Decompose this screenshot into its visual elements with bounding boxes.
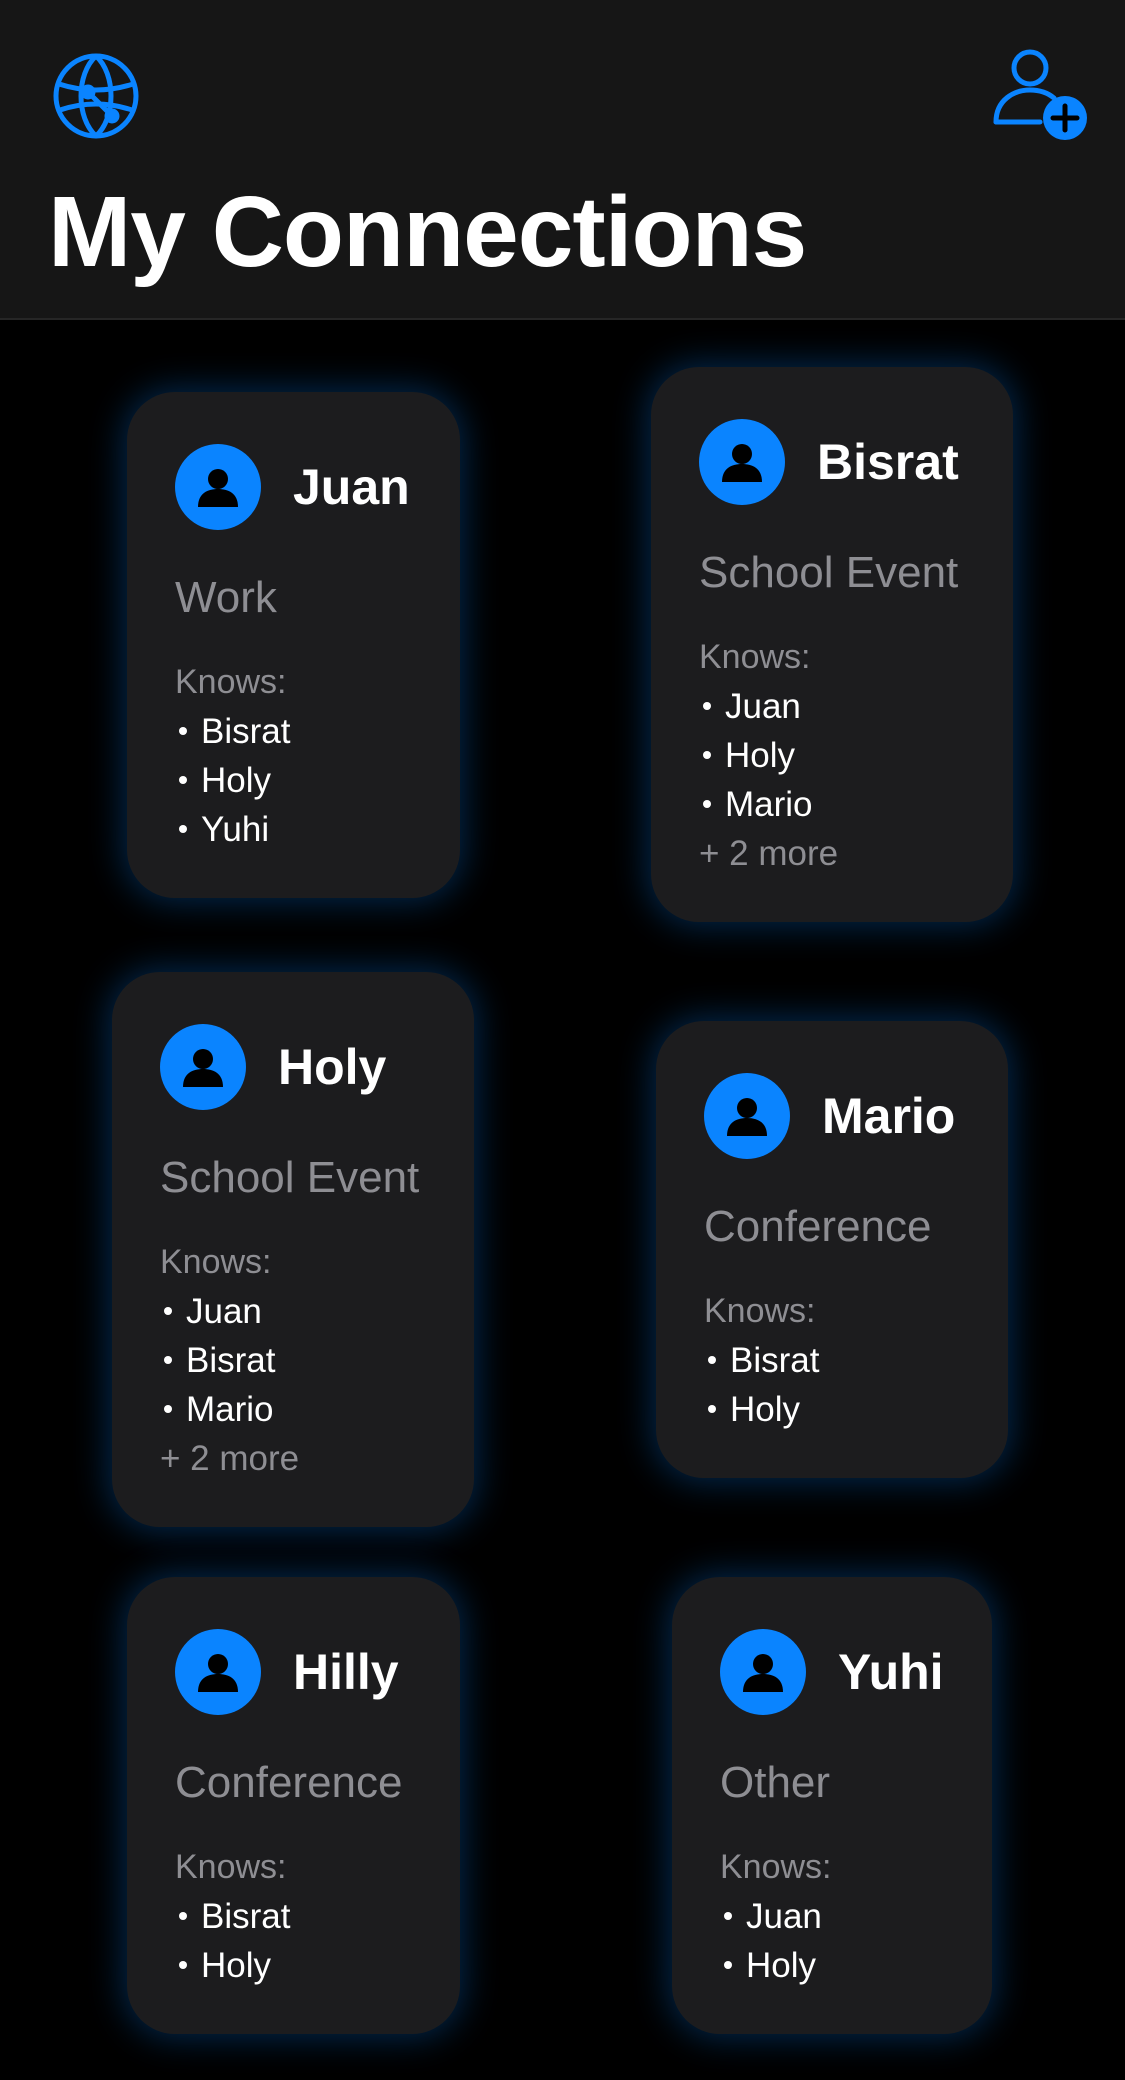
knows-list: Bisrat Holy [704,1336,960,1434]
knows-item: Holy [704,1385,960,1434]
connection-name: Holy [278,1039,387,1095]
knows-item: Bisrat [175,1892,412,1941]
person-avatar-icon [160,1024,246,1110]
connection-name: Bisrat [817,434,959,490]
connection-card[interactable]: Hilly Conference Knows: Bisrat Holy [127,1577,460,2034]
connection-context: Conference [704,1202,932,1251]
knows-item: Holy [699,731,965,780]
add-connection-button[interactable] [990,44,1090,144]
knows-list: Bisrat Holy [175,1892,412,1990]
knows-label: Knows: [720,1848,832,1886]
connection-name: Mario [822,1088,956,1144]
nav-header: My Connections [0,0,1125,320]
person-avatar-icon [175,1629,261,1715]
knows-label: Knows: [175,663,287,701]
knows-item: Juan [720,1892,944,1941]
knows-item: Bisrat [160,1336,426,1385]
person-avatar-icon [175,444,261,530]
knows-item: Juan [699,682,965,731]
connection-context: Conference [175,1758,403,1807]
globe-network-icon[interactable] [52,52,140,140]
knows-item: Holy [175,756,412,805]
knows-label: Knows: [704,1292,816,1330]
knows-item: Mario [160,1385,426,1434]
knows-item: Bisrat [704,1336,960,1385]
connection-context: School Event [699,548,959,597]
connection-card[interactable]: Juan Work Knows: Bisrat Holy Yuhi [127,392,460,898]
knows-label: Knows: [175,1848,287,1886]
knows-item: Bisrat [175,707,412,756]
page-title: My Connections [48,176,807,288]
knows-list: Juan Bisrat Mario [160,1287,426,1434]
more-count: + 2 more [160,1439,300,1478]
knows-list: Bisrat Holy Yuhi [175,707,412,854]
person-avatar-icon [704,1073,790,1159]
connection-context: Work [175,573,277,622]
person-add-icon [993,49,1087,140]
knows-item: Holy [175,1941,412,1990]
person-avatar-icon [720,1629,806,1715]
connection-name: Hilly [293,1644,399,1700]
connection-card[interactable]: Mario Conference Knows: Bisrat Holy [656,1021,1008,1478]
connection-name: Yuhi [838,1644,944,1700]
connection-card[interactable]: Yuhi Other Knows: Juan Holy [672,1577,992,2034]
knows-item: Yuhi [175,805,412,854]
connection-context: School Event [160,1153,420,1202]
person-avatar-icon [699,419,785,505]
knows-item: Holy [720,1941,944,1990]
knows-list: Juan Holy [720,1892,944,1990]
knows-item: Mario [699,780,965,829]
knows-label: Knows: [699,638,811,676]
more-count: + 2 more [699,834,839,873]
connection-name: Juan [293,459,410,515]
connection-context: Other [720,1758,831,1807]
knows-list: Juan Holy Mario [699,682,965,829]
connection-card[interactable]: Holy School Event Knows: Juan Bisrat Mar… [112,972,474,1527]
knows-label: Knows: [160,1243,272,1281]
connection-card[interactable]: Bisrat School Event Knows: Juan Holy Mar… [651,367,1013,922]
knows-item: Juan [160,1287,426,1336]
